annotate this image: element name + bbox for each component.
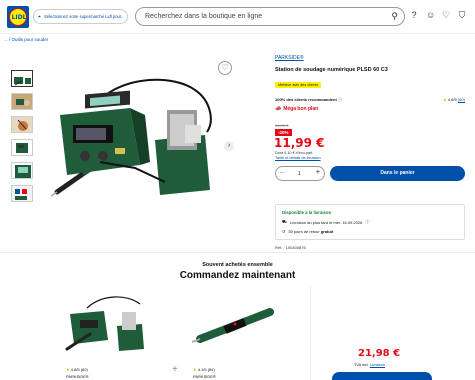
thumbnail-4[interactable] [11, 139, 33, 156]
best-rating-badge: Meilleur avis des clients [275, 82, 322, 88]
discount-badge: -20% [275, 129, 292, 136]
bundle-tax-text: TVA incl. Livraison [354, 363, 385, 367]
store-selector[interactable]: ⌖ Sélectionnez votre supermarché Lidl po… [33, 9, 128, 24]
bundle-add-to-cart-button[interactable] [332, 372, 432, 380]
bundle-total-price: 21,98 € [358, 348, 401, 359]
product-info: PARKSIDE® Station de soudage numérique P… [275, 55, 465, 103]
product-title: Station de soudage numérique PLSD 60 C3 [275, 67, 388, 73]
returns-row: ↺ 30 jours de retour gratuit [282, 229, 458, 234]
site-header: LIDL ⌖ Sélectionnez votre supermarché Li… [0, 0, 475, 34]
bundle-title: Commandez maintenant [179, 270, 296, 281]
bundle-item-1-brand: PARKSIDE® [66, 374, 89, 379]
bundle-item-1-rating: ★ 4.8/5 (60) [66, 367, 88, 372]
plus-icon[interactable]: + [316, 169, 320, 176]
wishlist-icon[interactable]: ♡ [442, 10, 450, 21]
recommend-row: 100% des clients recommandent ⓘ ★ 4.8/5 … [275, 97, 465, 103]
recommend-text: 100% des clients recommandent [275, 97, 337, 102]
chevron-right-icon[interactable]: › [224, 141, 234, 151]
delivery-text: Livraison au plus tard le mer. 16.09.202… [290, 219, 363, 225]
return-icon: ↺ [282, 229, 286, 234]
lidl-logo[interactable]: LIDL [7, 6, 29, 28]
wishlist-heart-icon[interactable]: ♡ [218, 61, 232, 75]
thumbnail-6[interactable] [11, 185, 33, 202]
thumbnail-1[interactable] [11, 70, 33, 87]
returns-free: gratuit [320, 229, 334, 234]
bundle-item-2-rating: ★ 4.1/5 (84) [193, 367, 215, 372]
search-placeholder: Recherchez dans la boutique en ligne [145, 13, 263, 20]
minus-icon[interactable]: — [280, 170, 285, 176]
bundle-delivery-link[interactable]: Livraison [370, 363, 385, 367]
bundle-tax-prefix: TVA incl. [354, 363, 370, 367]
bundle-item-1-rating-text: 4.8/5 (60) [70, 367, 88, 372]
megaphone-icon: 📣 [275, 106, 282, 112]
delivery-row: ⛟ Livraison au plus tard le mer. 16.09.2… [282, 219, 458, 225]
bundle-subtitle: Souvent achetés ensemble [202, 262, 273, 268]
star-icon: ★ [443, 97, 447, 102]
bundle-item-2-rating-text: 4.1/5 (84) [197, 367, 215, 372]
breadcrumb[interactable]: ... / Outils pour souder [4, 37, 48, 42]
info-icon[interactable]: ⓘ [365, 219, 369, 225]
thumbnail-2[interactable] [11, 93, 33, 110]
cart-icon[interactable]: ⛉ [458, 10, 466, 21]
mega-deal-label: 📣 Méga bon plan [275, 106, 318, 112]
product-main-image [45, 70, 230, 210]
plus-separator-icon: + [172, 364, 178, 375]
search-icon[interactable]: ⚲ [391, 11, 398, 22]
quantity-stepper[interactable]: — 1 + [275, 166, 325, 181]
truck-icon: ⛟ [282, 219, 288, 224]
returns-text: 30 jours de retour [288, 229, 321, 234]
bundle-item-1-image[interactable] [62, 294, 157, 354]
rating-value: 4.8/5 [447, 97, 457, 102]
thumbnail-list [11, 70, 33, 208]
bundle-section: + ★ 4.8/5 (60) ★ 4.1/5 (84) PARKSIDE® PA… [50, 286, 470, 380]
product-rating[interactable]: ★ 4.8/5 (60) [443, 97, 465, 103]
old-price: 14,99 € [275, 123, 289, 128]
current-price: 11,99 € [274, 136, 325, 150]
deal-text: Méga bon plan [283, 106, 319, 112]
availability-title: Disponible à la livraison [282, 210, 332, 215]
eco-part-text: Dont 0,10 € d'éco-part [275, 151, 313, 155]
product-brand-link[interactable]: PARKSIDE® [275, 55, 465, 61]
star-icon: ★ [193, 367, 197, 372]
search-input[interactable]: Recherchez dans la boutique en ligne ⚲ [135, 7, 405, 26]
product-reference: Réf. : 100400876 [275, 245, 306, 250]
header-icons: ? ☺ ♡ ⛉ [410, 10, 466, 21]
bundle-divider [310, 286, 311, 380]
info-icon[interactable]: ⓘ [338, 97, 342, 102]
star-icon: ★ [66, 367, 70, 372]
logo-ring: LIDL [9, 8, 27, 26]
rating-count: (60) [457, 97, 465, 102]
availability-box: Disponible à la livraison ⛟ Livraison au… [275, 204, 465, 240]
location-pin-icon: ⌖ [38, 14, 41, 20]
thumbnail-5[interactable] [11, 162, 33, 179]
bundle-item-2-image[interactable] [190, 294, 285, 354]
section-divider [0, 252, 475, 253]
help-icon[interactable]: ? [410, 10, 418, 21]
delivery-details-link[interactable]: Tarifs et détails de livraison [275, 156, 321, 160]
quantity-value: 1 [298, 171, 301, 177]
add-to-cart-button[interactable]: Dans le panier [330, 166, 465, 181]
account-icon[interactable]: ☺ [426, 10, 435, 21]
thumbnail-3[interactable] [11, 116, 33, 133]
store-selector-label: Sélectionnez votre supermarché Lidl pour… [44, 14, 125, 19]
logo-text: LIDL [11, 14, 27, 21]
bundle-item-2-brand: PARKSIDE® [193, 374, 216, 379]
